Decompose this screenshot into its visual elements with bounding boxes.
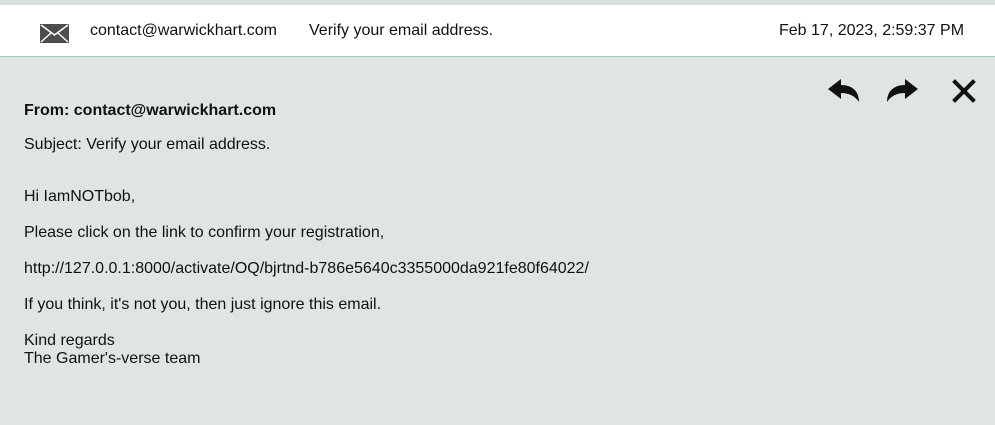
body-paragraph-2: If you think, it's not you, then just ig… bbox=[24, 296, 382, 313]
greeting: Hi IamNOTbob, bbox=[24, 188, 136, 205]
from-line: From: contact@warwickhart.com bbox=[24, 102, 277, 119]
team-name: The Gamer's-verse team bbox=[24, 350, 201, 367]
body-paragraph-1: Please click on the link to confirm your… bbox=[24, 224, 385, 241]
email-list-row[interactable]: contact@warwickhart.com Verify your emai… bbox=[0, 5, 995, 57]
forward-icon[interactable] bbox=[884, 77, 920, 105]
signature: Kind regards The Gamer's-verse team bbox=[24, 332, 200, 368]
close-icon[interactable] bbox=[950, 77, 986, 105]
row-sender: contact@warwickhart.com bbox=[90, 22, 277, 39]
message-panel: From: contact@warwickhart.com Subject: V… bbox=[0, 57, 995, 425]
row-subject: Verify your email address. bbox=[309, 22, 494, 39]
subject-line: Subject: Verify your email address. bbox=[24, 136, 271, 153]
sign-off: Kind regards bbox=[24, 332, 115, 349]
activation-link[interactable]: http://127.0.0.1:8000/activate/OQ/bjrtnd… bbox=[24, 260, 589, 278]
envelope-icon bbox=[40, 24, 69, 43]
reply-icon[interactable] bbox=[826, 77, 862, 105]
row-date: Feb 17, 2023, 2:59:37 PM bbox=[779, 22, 965, 39]
